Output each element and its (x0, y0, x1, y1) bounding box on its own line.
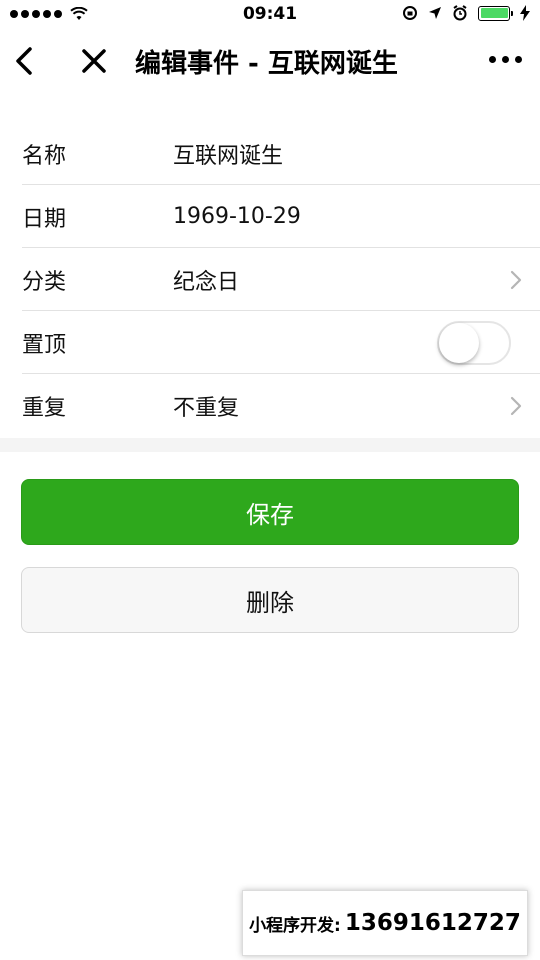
rotation-lock-icon (403, 6, 417, 20)
page-title: 编辑事件 - 互联网诞生 (135, 49, 398, 79)
more-dots-icon[interactable] (489, 56, 522, 63)
form-row-repeat[interactable]: 重复 不重复 (0, 374, 540, 437)
form-row-name[interactable]: 名称 互联网诞生 (0, 122, 540, 185)
close-icon[interactable] (78, 45, 110, 77)
delete-button[interactable]: 删除 (21, 567, 519, 633)
status-bar: 09:41 (0, 0, 540, 30)
name-label: 名称 (22, 143, 67, 169)
chevron-left-icon[interactable] (10, 44, 40, 78)
nav-bar: 编辑事件 - 互联网诞生 (0, 30, 540, 92)
form-row-pin: 置顶 (0, 311, 540, 374)
contact-phone: 13691612727 (344, 910, 521, 936)
pin-toggle[interactable] (437, 321, 511, 365)
repeat-label: 重复 (22, 395, 67, 421)
date-field[interactable]: 1969-10-29 (173, 204, 301, 229)
more-dot (515, 56, 522, 63)
save-button[interactable]: 保存 (21, 479, 519, 545)
form-row-date[interactable]: 日期 1969-10-29 (0, 185, 540, 248)
form-row-category[interactable]: 分类 纪念日 (0, 248, 540, 311)
contact-banner: 小程序开发: 13691612727 (242, 890, 528, 956)
chevron-right-icon (510, 270, 522, 290)
alarm-icon (453, 5, 467, 21)
battery-icon (478, 5, 513, 21)
chevron-right-icon (510, 396, 522, 416)
pin-label: 置顶 (22, 332, 67, 358)
more-dot (489, 56, 496, 63)
category-value: 纪念日 (173, 269, 240, 295)
contact-label: 小程序开发: (249, 915, 341, 936)
location-arrow-icon (429, 7, 441, 19)
form-divider (0, 438, 540, 452)
name-field[interactable]: 互联网诞生 (173, 138, 283, 170)
date-label: 日期 (22, 206, 67, 232)
status-icons (402, 5, 530, 21)
category-label: 分类 (22, 269, 67, 295)
repeat-value: 不重复 (173, 395, 240, 421)
event-form: 名称 互联网诞生 日期 1969-10-29 分类 纪念日 置顶 重复 不重复 (0, 122, 540, 437)
charging-bolt-icon (520, 5, 530, 21)
toggle-knob (439, 323, 479, 363)
more-dot (502, 56, 509, 63)
battery-level (480, 8, 508, 18)
